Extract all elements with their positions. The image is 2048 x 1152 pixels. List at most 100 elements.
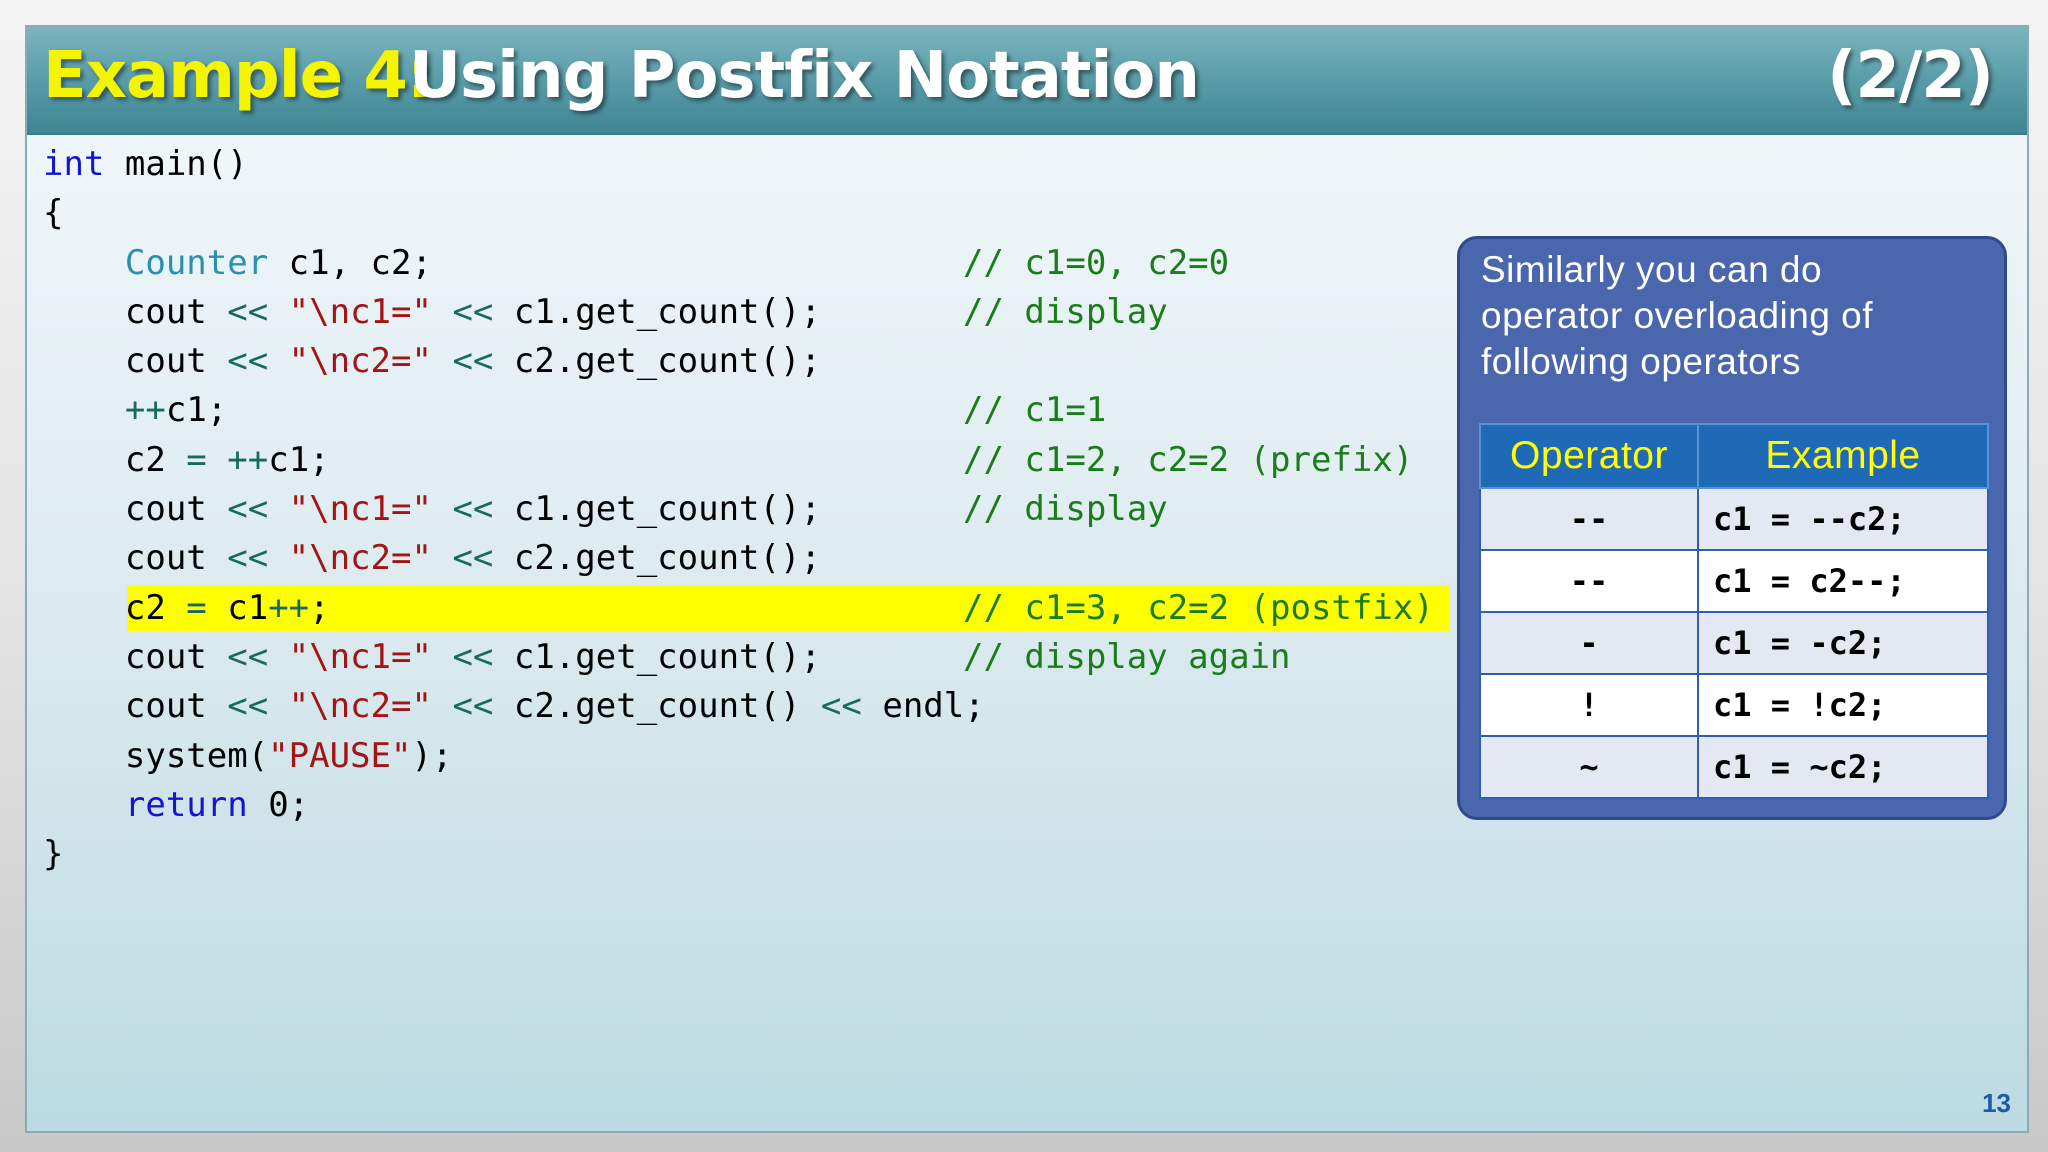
table-row: -- c1 = --c2;	[1479, 487, 1989, 551]
operator-cell: -	[1479, 611, 1699, 675]
code-token: <<	[227, 489, 269, 530]
operator-table: Operator Example -- c1 = --c2; -- c1 = c…	[1479, 423, 1989, 799]
operator-cell: ~	[1479, 735, 1699, 799]
code-token: <<	[452, 489, 494, 530]
code-text: cout << "\nc1=" << c1.get_count();	[43, 288, 821, 337]
example-cell: c1 = ~c2;	[1697, 735, 1989, 799]
code-token: ;	[309, 587, 330, 628]
info-text: Similarly you can do operator overloadin…	[1481, 249, 1874, 382]
code-text: cout << "\nc1=" << c1.get_count();	[43, 485, 821, 534]
code-token: <<	[452, 538, 494, 579]
code-comment: // c1=2, c2=2 (prefix)	[963, 439, 1414, 480]
code-token: c2.get_count()	[493, 686, 821, 727]
code-text: return 0;	[43, 781, 309, 830]
code-token: cout	[43, 489, 228, 530]
slide-part-counter: (2/2)	[1827, 39, 1994, 113]
code-token: {	[43, 193, 64, 234]
code-text: system("PAUSE");	[43, 732, 453, 781]
header-example: Example	[1697, 423, 1989, 489]
code-token: c1.get_count();	[493, 636, 821, 677]
title-prefix: Example 4:	[43, 39, 432, 113]
table-row: ! c1 = !c2;	[1479, 673, 1989, 737]
code-token: int	[43, 144, 105, 184]
code-text: }	[43, 830, 63, 879]
code-token: return	[124, 784, 248, 825]
code-comment: // display again	[963, 636, 1291, 677]
code-token: c1.get_count();	[493, 489, 821, 530]
code-token: ++	[227, 439, 269, 480]
code-token: "\nc1="	[288, 291, 432, 332]
code-comment: // c1=0, c2=0	[963, 242, 1230, 283]
code-token: =	[186, 439, 207, 480]
code-token: <<	[227, 686, 269, 727]
code-token: <<	[452, 341, 494, 382]
code-text: {	[43, 189, 63, 238]
slide: Example 4: Using Postfix Notation (2/2) …	[25, 25, 2029, 1133]
code-token: "\nc2="	[288, 341, 432, 382]
code-text: cout << "\nc2=" << c2.get_count();	[43, 337, 821, 386]
code-token: c2	[43, 439, 187, 480]
code-token: system(	[43, 735, 269, 776]
code-token: endl;	[861, 686, 985, 727]
code-token: c1;	[165, 390, 228, 431]
code-token: cout	[43, 291, 228, 332]
code-token: =	[186, 587, 207, 628]
code-token: cout	[43, 636, 228, 677]
code-token: cout	[43, 686, 228, 727]
title-bar: Example 4: Using Postfix Notation (2/2)	[27, 27, 2027, 135]
code-token: Counter	[124, 242, 269, 283]
code-token: <<	[227, 636, 269, 677]
table-row: - c1 = -c2;	[1479, 611, 1989, 675]
code-token: c1, c2;	[268, 242, 432, 283]
code-text: c2 = c1++;	[43, 584, 330, 633]
example-cell: c1 = --c2;	[1697, 487, 1989, 551]
code-token: ++	[268, 587, 310, 628]
code-token: c2	[43, 587, 187, 628]
code-text: c2 = ++c1;	[43, 436, 330, 485]
code-text: Counter c1, c2;	[43, 239, 432, 288]
code-text: cout << "\nc2=" << c2.get_count();	[43, 534, 821, 583]
info-box: Similarly you can do operator overloadin…	[1457, 236, 2007, 820]
code-text: int main()	[43, 140, 248, 189]
operator-cell: --	[1479, 549, 1699, 613]
example-cell: c1 = -c2;	[1697, 611, 1989, 675]
header-operator: Operator	[1479, 423, 1699, 489]
code-token: "PAUSE"	[268, 735, 412, 776]
code-token: c2.get_count();	[493, 538, 821, 579]
code-comment: // display	[963, 489, 1168, 530]
code-token: ++	[124, 390, 166, 431]
code-token: <<	[452, 686, 494, 727]
slide-title: Using Postfix Notation	[409, 39, 1200, 113]
code-token: cout	[43, 538, 228, 579]
code-text: cout << "\nc2=" << c2.get_count() << end…	[43, 682, 985, 731]
operator-cell: !	[1479, 673, 1699, 737]
code-comment: // display	[963, 291, 1168, 332]
code-token: <<	[820, 686, 862, 727]
table-row: ~ c1 = ~c2;	[1479, 735, 1989, 799]
operator-cell: --	[1479, 487, 1699, 551]
table-row: -- c1 = c2--;	[1479, 549, 1989, 613]
code-token: <<	[227, 291, 269, 332]
code-token: }	[43, 834, 64, 875]
code-token: c1	[206, 587, 269, 628]
code-token: "\nc2="	[288, 686, 432, 727]
code-token: 0;	[247, 784, 310, 825]
code-token: );	[411, 735, 453, 776]
code-token: main()	[104, 144, 248, 184]
code-comment: // c1=3, c2=2 (postfix)	[963, 587, 1434, 628]
code-token: "\nc1="	[288, 636, 432, 677]
code-token: <<	[227, 341, 269, 382]
